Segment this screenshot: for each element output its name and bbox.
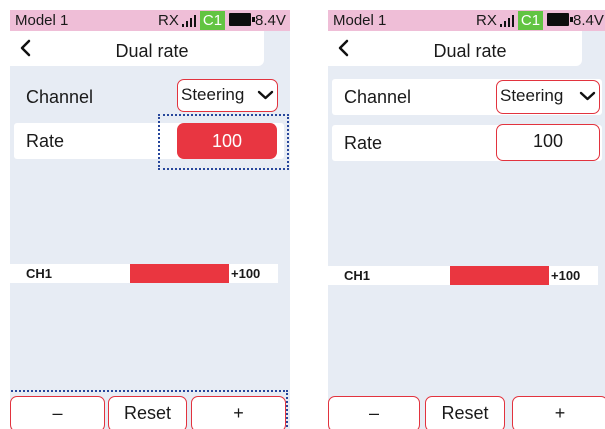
increase-button[interactable]: + (512, 396, 605, 429)
reset-button[interactable]: Reset (425, 396, 505, 429)
channel-dropdown[interactable]: Steering (177, 79, 278, 112)
signal-bars-icon (500, 15, 516, 27)
channel-dropdown-value: Steering (500, 86, 564, 105)
focus-indicator (158, 114, 289, 170)
screen-rate-unselected: Model 1 RX C1 8.4V Dual rate Channel Ste… (328, 10, 605, 429)
status-bar: Model 1 RX C1 8.4V (328, 10, 605, 31)
screen-rate-selected: Model 1 RX C1 8.4V Dual rate Channel Ste… (10, 10, 290, 429)
back-chevron-icon[interactable] (334, 33, 354, 63)
channel-output-label: CH1 (344, 268, 371, 283)
chevron-down-icon (579, 91, 596, 101)
back-chevron-icon[interactable] (16, 33, 36, 63)
battery-icon (547, 13, 573, 26)
channel-output-fill (450, 266, 549, 285)
button-group-focus (10, 390, 288, 429)
page-title: Dual rate (433, 41, 507, 61)
channel-output-bar: CH1 +100 (328, 266, 598, 285)
channel-label: Channel (344, 87, 412, 107)
channel-output-fill (130, 264, 229, 283)
receiver-label: RX (158, 12, 179, 29)
channel-badge: C1 (518, 11, 543, 30)
signal-bars-icon (182, 15, 198, 27)
channel-output-value: +100 (231, 266, 261, 281)
battery-voltage: 8.4V (255, 12, 286, 29)
channel-dropdown-value: Steering (181, 85, 245, 104)
rate-label: Rate (344, 133, 383, 153)
model-name: Model 1 (15, 12, 69, 29)
channel-dropdown[interactable]: Steering (496, 80, 600, 114)
model-name: Model 1 (333, 12, 387, 29)
channel-label: Channel (26, 87, 94, 107)
channel-badge: C1 (200, 11, 225, 30)
receiver-label: RX (476, 12, 497, 29)
status-bar: Model 1 RX C1 8.4V (10, 10, 290, 31)
channel-output-value: +100 (551, 268, 581, 283)
battery-icon (229, 13, 255, 26)
page-title: Dual rate (115, 41, 189, 61)
rate-label: Rate (26, 131, 65, 151)
battery-voltage: 8.4V (573, 12, 604, 29)
chevron-down-icon (257, 90, 274, 100)
channel-output-label: CH1 (26, 266, 53, 281)
channel-output-bar: CH1 +100 (10, 264, 278, 283)
rate-value-field[interactable]: 100 (496, 124, 600, 161)
decrease-button[interactable]: – (328, 396, 420, 429)
